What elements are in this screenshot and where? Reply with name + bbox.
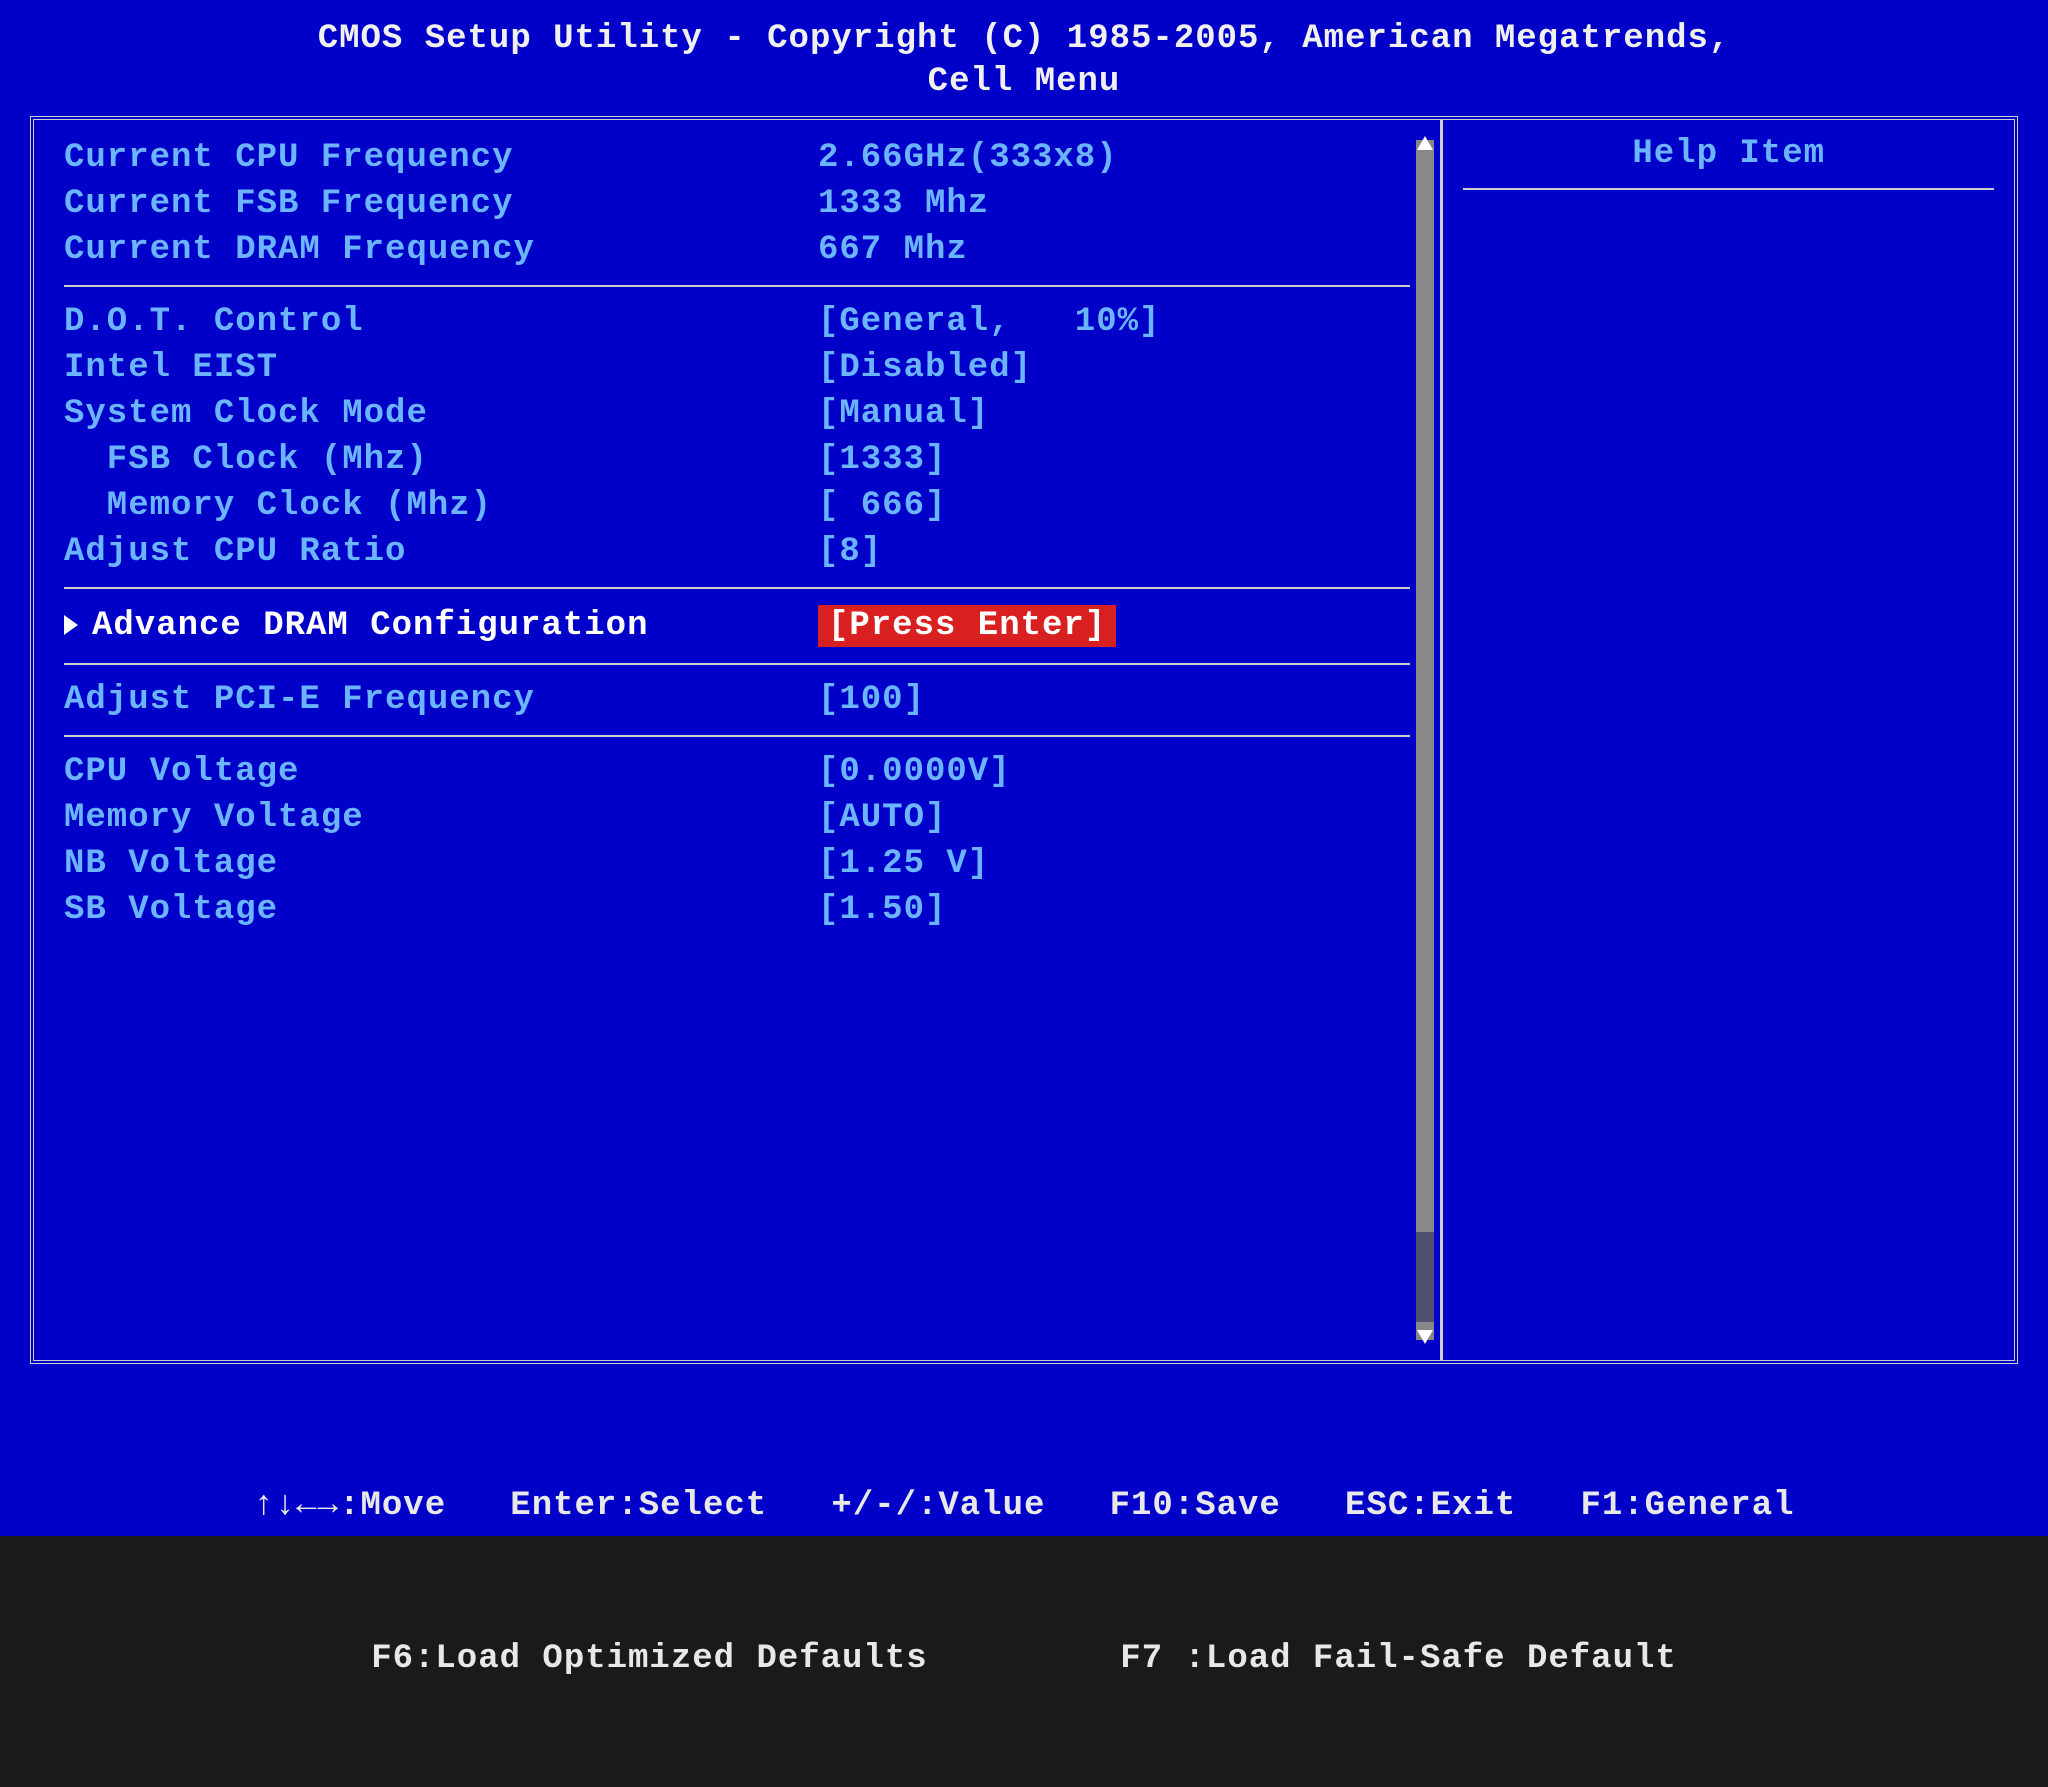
- label-pcie-freq: Adjust PCI-E Frequency: [64, 681, 818, 719]
- footer-line1: ↑↓←→:Move Enter:Select +/-/:Value F10:Sa…: [40, 1481, 2008, 1532]
- row-dot-control[interactable]: D.O.T. Control [General, 10%]: [64, 299, 1410, 345]
- scrollbar[interactable]: [1416, 140, 1434, 1340]
- value-adv-dram-config: [Press Enter]: [818, 605, 1410, 647]
- label-dot-control: D.O.T. Control: [64, 303, 818, 341]
- row-fsb-freq: Current FSB Frequency 1333 Mhz: [64, 181, 1410, 227]
- label-sb-voltage: SB Voltage: [64, 891, 818, 929]
- scroll-down-icon[interactable]: [1417, 1330, 1433, 1344]
- label-sys-clock-mode: System Clock Mode: [64, 395, 818, 433]
- divider: [64, 735, 1410, 737]
- value-cpu-freq: 2.66GHz(333x8): [818, 139, 1410, 177]
- scroll-track: [1416, 1232, 1434, 1322]
- value-pcie-freq: [100]: [818, 681, 1410, 719]
- label-nb-voltage: NB Voltage: [64, 845, 818, 883]
- row-cpu-voltage[interactable]: CPU Voltage [0.0000V]: [64, 749, 1410, 795]
- divider: [64, 285, 1410, 287]
- scroll-up-icon[interactable]: [1417, 136, 1433, 150]
- label-fsb-freq: Current FSB Frequency: [64, 185, 818, 223]
- footer-hints: ↑↓←→:Move Enter:Select +/-/:Value F10:Sa…: [0, 1364, 2048, 1787]
- value-mem-clock: [ 666]: [818, 487, 1410, 525]
- submenu-arrow-icon: [64, 615, 78, 635]
- help-title: Help Item: [1463, 135, 1994, 190]
- label-cpu-freq: Current CPU Frequency: [64, 139, 818, 177]
- row-cpu-ratio[interactable]: Adjust CPU Ratio [8]: [64, 529, 1410, 575]
- row-dram-freq: Current DRAM Frequency 667 Mhz: [64, 227, 1410, 273]
- footer-line2: F6:Load Optimized Defaults F7 :Load Fail…: [40, 1634, 2008, 1685]
- row-nb-voltage[interactable]: NB Voltage [1.25 V]: [64, 841, 1410, 887]
- label-intel-eist: Intel EIST: [64, 349, 818, 387]
- row-sb-voltage[interactable]: SB Voltage [1.50]: [64, 887, 1410, 933]
- row-cpu-freq: Current CPU Frequency 2.66GHz(333x8): [64, 135, 1410, 181]
- label-cpu-ratio: Adjust CPU Ratio: [64, 533, 818, 571]
- value-dram-freq: 667 Mhz: [818, 231, 1410, 269]
- label-cpu-voltage: CPU Voltage: [64, 753, 818, 791]
- label-dram-freq: Current DRAM Frequency: [64, 231, 818, 269]
- row-mem-clock[interactable]: Memory Clock (Mhz) [ 666]: [64, 483, 1410, 529]
- value-fsb-freq: 1333 Mhz: [818, 185, 1410, 223]
- value-mem-voltage: [AUTO]: [818, 799, 1410, 837]
- value-cpu-voltage: [0.0000V]: [818, 753, 1410, 791]
- label-fsb-clock: FSB Clock (Mhz): [64, 441, 818, 479]
- bios-screen: CMOS Setup Utility - Copyright (C) 1985-…: [0, 0, 2048, 1536]
- label-adv-dram-config: Advance DRAM Configuration: [64, 607, 818, 645]
- value-fsb-clock: [1333]: [818, 441, 1410, 479]
- value-sb-voltage: [1.50]: [818, 891, 1410, 929]
- value-cpu-ratio: [8]: [818, 533, 1410, 571]
- title-bar: CMOS Setup Utility - Copyright (C) 1985-…: [0, 0, 2048, 63]
- settings-panel: Current CPU Frequency 2.66GHz(333x8) Cur…: [34, 120, 1443, 1360]
- row-sys-clock-mode[interactable]: System Clock Mode [Manual]: [64, 391, 1410, 437]
- row-fsb-clock[interactable]: FSB Clock (Mhz) [1333]: [64, 437, 1410, 483]
- value-intel-eist: [Disabled]: [818, 349, 1410, 387]
- page-subtitle: Cell Menu: [0, 63, 2048, 116]
- row-pcie-freq[interactable]: Adjust PCI-E Frequency [100]: [64, 677, 1410, 723]
- row-intel-eist[interactable]: Intel EIST [Disabled]: [64, 345, 1410, 391]
- divider: [64, 587, 1410, 589]
- label-mem-voltage: Memory Voltage: [64, 799, 818, 837]
- row-adv-dram-config[interactable]: Advance DRAM Configuration [Press Enter]: [64, 601, 1410, 651]
- value-dot-control: [General, 10%]: [818, 303, 1410, 341]
- value-sys-clock-mode: [Manual]: [818, 395, 1410, 433]
- value-nb-voltage: [1.25 V]: [818, 845, 1410, 883]
- divider: [64, 663, 1410, 665]
- help-panel: Help Item: [1443, 120, 2014, 1360]
- label-mem-clock: Memory Clock (Mhz): [64, 487, 818, 525]
- main-container: Current CPU Frequency 2.66GHz(333x8) Cur…: [30, 116, 2018, 1364]
- row-mem-voltage[interactable]: Memory Voltage [AUTO]: [64, 795, 1410, 841]
